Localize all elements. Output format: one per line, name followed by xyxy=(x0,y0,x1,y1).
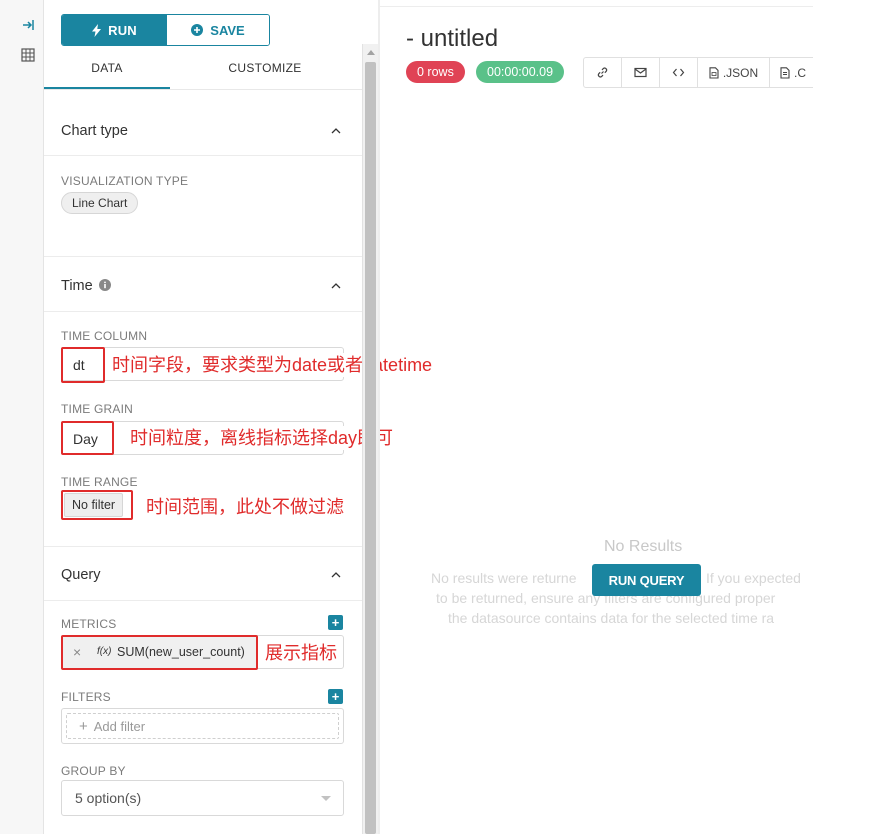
save-button-label: SAVE xyxy=(210,22,245,38)
chevron-down-icon xyxy=(321,796,331,801)
annotation-box xyxy=(61,347,105,383)
run-button-label: RUN xyxy=(108,22,137,38)
group-by-label: GROUP BY xyxy=(61,764,126,778)
add-filter-button[interactable]: + Add filter xyxy=(66,713,339,739)
no-results-text-line3: the datasource contains data for the sel… xyxy=(448,610,775,626)
no-results-text-right: If you expected xyxy=(706,570,801,586)
divider xyxy=(44,600,362,601)
scroll-thumb[interactable] xyxy=(365,62,376,834)
group-by-value: 5 option(s) xyxy=(75,790,142,806)
divider xyxy=(44,311,362,312)
chart-title[interactable]: - untitled xyxy=(406,25,498,53)
add-metric-button[interactable]: + xyxy=(328,615,343,630)
divider xyxy=(44,256,362,257)
group-by-select[interactable]: 5 option(s) xyxy=(61,780,344,816)
divider xyxy=(44,546,362,547)
run-button[interactable]: RUN xyxy=(62,15,167,45)
annotation-metrics: 展示指标 xyxy=(265,641,337,665)
envelope-icon xyxy=(634,67,647,78)
query-time-badge: 00:00:00.09 xyxy=(476,61,565,83)
info-icon xyxy=(98,279,111,291)
tab-data[interactable]: DATA xyxy=(44,54,170,89)
left-rail xyxy=(0,0,44,834)
top-border xyxy=(380,6,813,7)
rows-badge: 0 rows xyxy=(406,61,465,83)
expand-panel-icon[interactable] xyxy=(19,18,37,36)
panel-scrollbar[interactable] xyxy=(362,44,378,834)
chevron-up-icon[interactable] xyxy=(331,570,341,580)
file-icon xyxy=(709,66,719,79)
code-icon xyxy=(672,68,685,77)
time-title-text: Time xyxy=(61,278,93,294)
run-query-button[interactable]: RUN QUERY xyxy=(592,564,701,596)
page-margin xyxy=(813,0,890,834)
add-filter-label: Add filter xyxy=(93,718,146,734)
metric-value: SUM(new_user_count) xyxy=(117,645,245,659)
section-title-chart-type[interactable]: Chart type xyxy=(61,123,128,139)
annotation-box xyxy=(61,421,114,455)
tab-customize[interactable]: CUSTOMIZE xyxy=(170,54,360,89)
visualization-type-pill[interactable]: Line Chart xyxy=(61,192,139,214)
plus-circle-icon xyxy=(191,24,204,36)
section-title-query[interactable]: Query xyxy=(61,567,101,583)
link-icon xyxy=(597,67,608,78)
time-column-label: TIME COLUMN xyxy=(61,329,148,343)
table-grid-icon[interactable] xyxy=(19,48,37,66)
metrics-label: METRICS xyxy=(61,617,117,631)
metric-tag[interactable]: × f(x) SUM(new_user_count) xyxy=(61,635,258,670)
time-grain-label: TIME GRAIN xyxy=(61,402,134,416)
embed-code-button[interactable] xyxy=(660,58,698,87)
remove-metric-icon[interactable]: × xyxy=(73,644,81,660)
lightning-icon xyxy=(92,23,102,37)
file-text-icon xyxy=(780,66,790,79)
divider xyxy=(44,155,362,156)
time-range-pill[interactable]: No filter xyxy=(64,493,124,517)
panel-tabs: DATA CUSTOMIZE xyxy=(44,54,362,90)
json-label: .JSON xyxy=(722,65,759,80)
section-title-time[interactable]: Time xyxy=(61,278,111,294)
csv-label: .C xyxy=(794,65,806,80)
chevron-up-icon[interactable] xyxy=(331,126,341,136)
scroll-up-arrow-icon[interactable] xyxy=(367,50,375,55)
plus-icon: + xyxy=(79,717,88,735)
export-json-button[interactable]: .JSON xyxy=(698,58,770,87)
no-results-text-left: No results were returne xyxy=(431,570,577,586)
visualization-type-label: VISUALIZATION TYPE xyxy=(61,174,189,188)
copy-link-button[interactable] xyxy=(584,58,622,87)
annotation-time-column: 时间字段，要求类型为date或者datetime xyxy=(112,353,433,377)
chevron-up-icon[interactable] xyxy=(331,281,341,291)
filters-label: FILTERS xyxy=(61,690,111,704)
filters-box: + Add filter xyxy=(61,708,344,744)
function-icon: f(x) xyxy=(97,646,112,657)
annotation-time-range: 时间范围，此处不做过滤 xyxy=(146,495,344,519)
run-save-group: RUN SAVE xyxy=(61,14,270,46)
add-filter-plus-button[interactable]: + xyxy=(328,689,343,704)
save-button[interactable]: SAVE xyxy=(167,15,269,45)
email-button[interactable] xyxy=(622,58,660,87)
no-results-title: No Results xyxy=(604,538,683,555)
panel-divider xyxy=(378,0,380,834)
time-range-label: TIME RANGE xyxy=(61,475,138,489)
annotation-time-grain: 时间粒度，离线指标选择day即可 xyxy=(130,426,394,450)
